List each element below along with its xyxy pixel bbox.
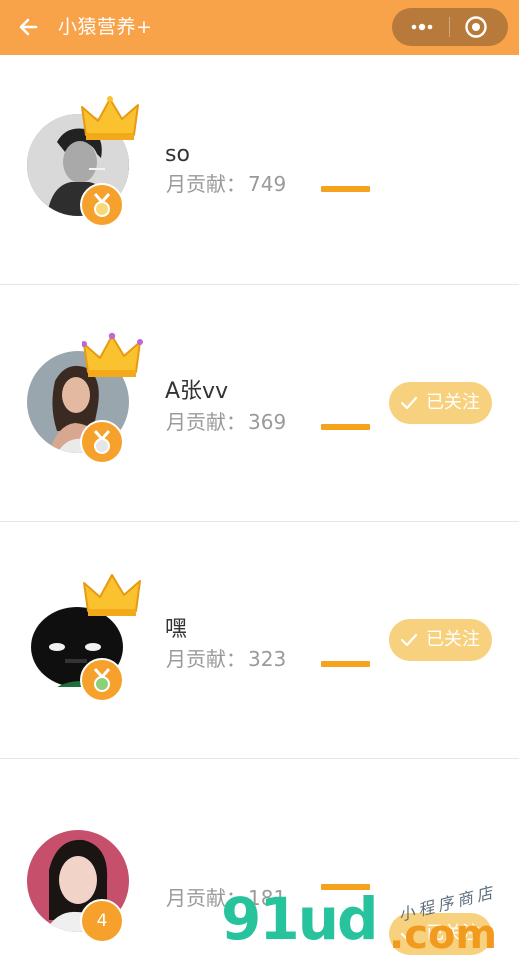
crown-icon	[80, 95, 142, 143]
list-item[interactable]: A张vv 月贡献： 369 已关注	[0, 285, 519, 522]
contribution-text: 月贡献： 369	[166, 409, 286, 435]
watermark-logo: 91ud	[221, 885, 379, 953]
contribution-text: 月贡献： 323	[166, 646, 286, 672]
check-icon	[400, 396, 418, 410]
mini-program-capsule	[392, 8, 508, 46]
rank-number: 4	[96, 911, 108, 931]
contribution-value: 369	[248, 410, 287, 434]
contribution-value: 749	[248, 172, 287, 196]
contribution-value: 323	[248, 647, 287, 671]
crown-icon	[82, 571, 144, 619]
user-name: so	[165, 142, 190, 167]
list-item[interactable]: so 月贡献： 749	[0, 55, 519, 285]
follow-button-label: 已关注	[426, 392, 480, 413]
medal-badge	[80, 658, 124, 702]
contribution-label: 月贡献：	[166, 647, 246, 671]
rank-number	[82, 660, 122, 700]
more-dots-icon[interactable]	[406, 17, 438, 37]
nav-bar: 小猿营养+	[0, 0, 519, 55]
contribution-label: 月贡献：	[166, 410, 246, 434]
contribution-bar	[321, 661, 370, 667]
page-title: 小猿营养+	[58, 16, 153, 38]
contribution-bar	[321, 424, 370, 430]
capsule-divider	[449, 17, 450, 37]
rank-number	[82, 185, 122, 225]
contribution-text: 月贡献： 749	[166, 171, 286, 197]
medal-badge	[80, 183, 124, 227]
contribution-label: 月贡献：	[166, 172, 246, 196]
close-target-icon[interactable]	[464, 15, 488, 39]
back-arrow-icon[interactable]	[14, 12, 44, 42]
follow-button-label: 已关注	[426, 629, 480, 650]
crown-icon	[81, 332, 144, 380]
rank-badge: 4	[80, 899, 124, 943]
user-name: A张vv	[165, 379, 229, 404]
rank-number	[82, 422, 122, 462]
medal-badge	[80, 420, 124, 464]
follow-button[interactable]: 已关注	[389, 619, 492, 661]
follow-button[interactable]: 已关注	[389, 382, 492, 424]
list-item[interactable]: 嘿 月贡献： 323 已关注	[0, 522, 519, 759]
check-icon	[400, 633, 418, 647]
site-watermark: 91ud .com 小程序商店	[221, 882, 519, 960]
contribution-bar	[321, 186, 370, 192]
user-name: 嘿	[165, 617, 188, 642]
